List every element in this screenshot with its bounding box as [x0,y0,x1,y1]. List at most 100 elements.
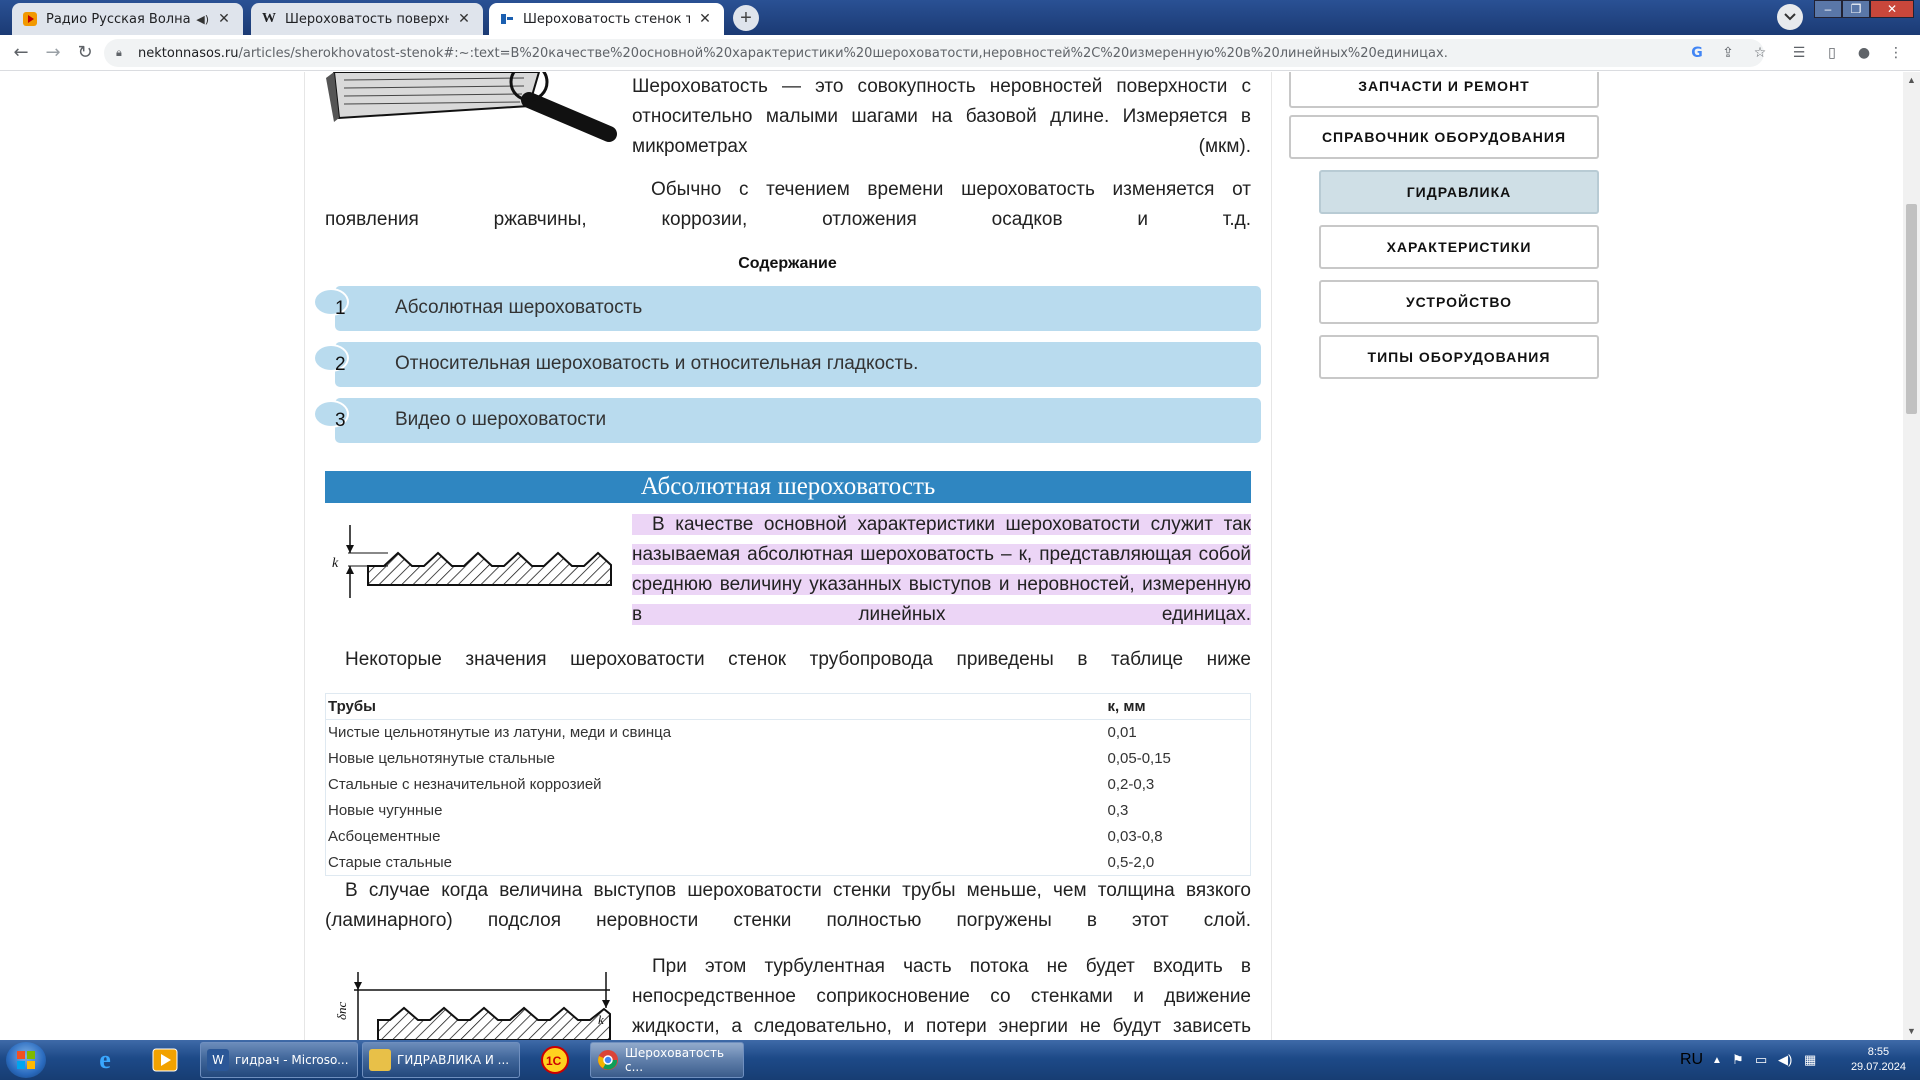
wikipedia-icon: W [262,11,276,26]
table-row: Стальные с незначительной коррозией 0,2-0… [326,772,1251,798]
table-cell: 0,2-0,3 [1107,776,1155,793]
chrome-icon [597,1049,619,1071]
close-icon[interactable]: ✕ [215,11,233,27]
toc-item-3[interactable]: 3 Видео о шероховатости [313,398,1261,443]
sidebar-item-equipment-types[interactable]: ТИПЫ ОБОРУДОВАНИЯ [1319,335,1599,379]
table-row: Асбоцементные 0,03-0,8 [326,824,1251,850]
toc-number: 1 [335,298,346,319]
table-cell: 0,01 [1107,724,1137,742]
tab-title: Радио Русская Волна – слуш [46,11,192,27]
magnifier-illustration [326,72,617,142]
action-center-flag-icon[interactable]: ⚑ [1732,1040,1744,1080]
toc-number: 3 [335,410,346,431]
table-row: Новые цельнотянутые стальные 0,05-0,15 [326,746,1251,772]
tab-radio[interactable]: Радио Русская Волна – слуш ◀) ✕ [12,3,243,35]
column-header: Трубы [325,693,1106,720]
tab-active[interactable]: Шероховатость стенок трубопр ✕ [489,3,724,35]
minimize-button[interactable]: – [1814,0,1842,18]
profile-avatar-icon[interactable]: ● [1854,43,1874,63]
table-header-row: Трубы к, мм [325,693,1251,720]
scroll-up-arrow-icon[interactable]: ▲ [1903,72,1920,89]
menu-kebab-icon[interactable]: ⋮ [1886,43,1906,63]
minimize-button[interactable] [1776,0,1804,18]
section-heading: Абсолютная шероховатость [325,471,1251,503]
close-icon[interactable]: ✕ [696,11,714,27]
sidebar-item-equipment-guide[interactable]: СПРАВОЧНИК ОБОРУДОВАНИЯ [1289,115,1599,159]
table-cell: Асбоцементные [328,828,441,845]
restore-button[interactable]: ❐ [1842,0,1870,18]
system-clock[interactable]: 8:55 29.07.2024 [1851,1045,1906,1075]
browser-tab-strip: Радио Русская Волна – слуш ◀) ✕ W Шерохо… [0,0,1920,35]
roughness-table: Трубы к, мм Чистые цельнотянутые из лату… [325,693,1251,876]
reading-list-icon[interactable]: ☰ [1789,43,1809,63]
clock-time: 8:55 [1867,1046,1890,1058]
taskbar-window-folder[interactable]: ГИДРАВЛИКА И ... [362,1042,520,1078]
network-icon[interactable]: ▭ [1755,1040,1767,1080]
tab-wikipedia[interactable]: W Шероховатость поверхности — ✕ [251,3,483,35]
speaker-icon[interactable]: ◀) [196,13,209,26]
table-cell: Чистые цельнотянутые из латуни, меди и с… [328,724,672,742]
laminar-sublayer-figure: δпс k [334,972,611,1040]
url-text: nektonnasos.ru/articles/sherokhovatost-s… [138,46,1448,61]
table-cell: 0,3 [1107,802,1129,819]
toc-label: Абсолютная шероховатость [395,297,643,318]
page-viewport: Шероховатость — это совокупность неровно… [0,72,1903,1040]
1c-icon[interactable]: 1С [528,1042,582,1078]
bookmark-star-icon[interactable]: ☆ [1750,43,1770,63]
table-cell: Новые цельнотянутые стальные [328,750,556,767]
tray-expand-icon[interactable]: ▲ [1712,1040,1722,1080]
keyboard-icon[interactable]: ▦ [1804,1040,1816,1080]
sidebar-item-device[interactable]: УСТРОЙСТВО [1319,280,1599,324]
sidebar-item-hydraulics[interactable]: ГИДРАВЛИКА [1319,170,1599,214]
table-cell: 0,03-0,8 [1107,828,1163,845]
close-window-button[interactable]: ✕ [1870,0,1914,18]
highlighted-text: В качестве основной характеристики шерох… [632,514,1251,625]
scrollbar-thumb[interactable] [1906,204,1917,414]
reload-button[interactable]: ↻ [73,41,97,65]
forward-button[interactable]: → [41,41,65,65]
table-row: Старые стальные 0,5-2,0 [326,850,1251,876]
page-scrollbar[interactable]: ▲ ▼ [1903,72,1920,1040]
taskbar-window-chrome[interactable]: Шероховатость с... [590,1042,744,1078]
taskbar-window-title: ГИДРАВЛИКА И ... [397,1053,510,1067]
windows-taskbar: e W гидрач - Microso... ГИДРАВЛИКА И ...… [0,1040,1920,1080]
side-panel-icon[interactable]: ▯ [1822,43,1842,63]
internet-explorer-icon[interactable]: e [78,1042,132,1078]
taskbar-window-title: гидрач - Microso... [235,1053,349,1067]
close-icon[interactable]: ✕ [455,11,473,27]
toc-item-2[interactable]: 2 Относительная шероховатость и относите… [313,342,1261,387]
toc-item-1[interactable]: 1 Абсолютная шероховатость [313,286,1261,331]
intro-paragraph-2: Обычно с течением времени шероховатость … [325,179,1251,230]
start-button[interactable] [6,1042,46,1078]
google-translate-icon[interactable]: G [1687,43,1707,63]
lock-icon[interactable]: 🔒︎ [116,46,130,60]
roughness-figure: k [332,525,612,598]
intro-paragraph-1: Шероховатость — это совокупность неровно… [632,76,1251,157]
share-icon[interactable]: ⇪ [1718,43,1738,63]
sidebar-item-characteristics[interactable]: ХАРАКТЕРИСТИКИ [1319,225,1599,269]
toc-number: 2 [335,354,346,375]
table-row: Чистые цельнотянутые из латуни, меди и с… [326,720,1251,746]
language-indicator[interactable]: RU [1680,1040,1703,1080]
tab-title: Шероховатость стенок трубопр [523,11,690,27]
folder-icon [369,1049,391,1071]
site-icon [499,11,515,27]
sidebar-item-spare-parts[interactable]: ЗАПЧАСТИ И РЕМОНТ [1289,72,1599,108]
back-button[interactable]: ← [9,41,33,65]
table-cell: 0,05-0,15 [1107,750,1171,767]
address-bar[interactable]: 🔒︎ nektonnasos.ru/articles/sherokhovatos… [104,39,1764,67]
scroll-down-arrow-icon[interactable]: ▼ [1903,1023,1920,1040]
toc-title: Содержание [738,255,837,272]
media-player-icon[interactable] [138,1042,192,1078]
volume-icon[interactable]: ◀) [1778,1040,1792,1080]
tab-title: Шероховатость поверхности — [285,11,449,27]
table-cell: Стальные с незначительной коррозией [328,776,602,793]
taskbar-window-word[interactable]: W гидрач - Microso... [200,1042,358,1078]
k-label: k [332,556,339,571]
table-cell: Новые чугунные [328,802,443,819]
clock-date: 29.07.2024 [1850,1061,1906,1073]
highlighted-paragraph: В качестве основной характеристики шерох… [632,510,1251,660]
turbulent-paragraph: При этом турбулентная часть потока не бу… [632,956,1251,1037]
svg-text:1С: 1С [546,1054,562,1068]
new-tab-button[interactable]: + [733,5,759,31]
